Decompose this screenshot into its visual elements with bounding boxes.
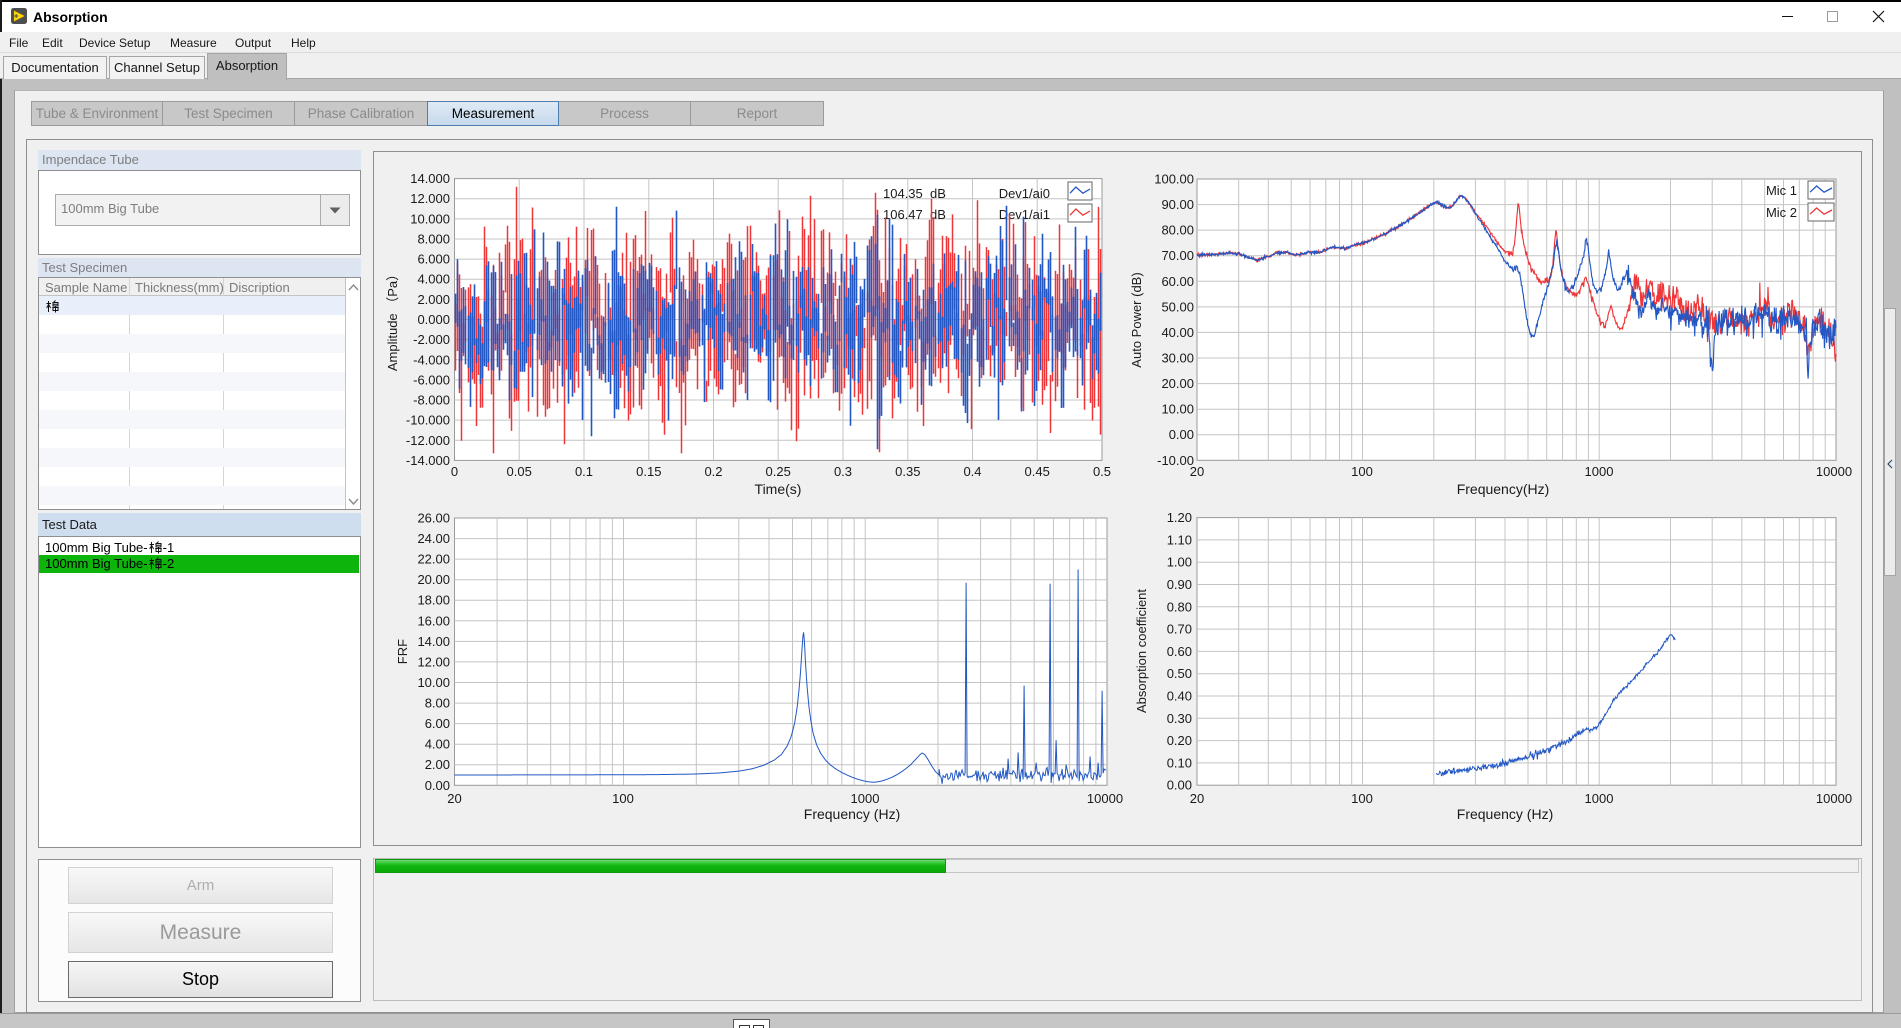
svg-text:20.00: 20.00 bbox=[417, 572, 450, 587]
svg-text:2.000: 2.000 bbox=[417, 292, 450, 307]
svg-text:1000: 1000 bbox=[1585, 464, 1614, 479]
svg-text:18.00: 18.00 bbox=[417, 593, 450, 608]
svg-text:Mic 2: Mic 2 bbox=[1766, 205, 1797, 220]
svg-text:0.00: 0.00 bbox=[1167, 778, 1192, 793]
svg-text:10000: 10000 bbox=[1816, 464, 1852, 479]
svg-text:20.00: 20.00 bbox=[1161, 376, 1194, 391]
svg-text:-10.000: -10.000 bbox=[406, 413, 450, 428]
svg-text:0.15: 0.15 bbox=[636, 464, 661, 479]
svg-text:0.4: 0.4 bbox=[963, 464, 981, 479]
svg-text:-8.000: -8.000 bbox=[413, 393, 450, 408]
svg-text:22.00: 22.00 bbox=[417, 552, 450, 567]
svg-text:-4.000: -4.000 bbox=[413, 352, 450, 367]
svg-text:Absorption coefficient: Absorption coefficient bbox=[1134, 589, 1149, 713]
svg-text:20: 20 bbox=[1190, 464, 1204, 479]
svg-text:20: 20 bbox=[1190, 791, 1204, 806]
svg-text:104.35 dB: 104.35 dB bbox=[883, 186, 946, 201]
svg-text:10000: 10000 bbox=[1816, 791, 1852, 806]
svg-text:0.3: 0.3 bbox=[834, 464, 852, 479]
svg-text:2.00: 2.00 bbox=[425, 757, 450, 772]
svg-text:0.000: 0.000 bbox=[417, 312, 450, 327]
svg-text:0.60: 0.60 bbox=[1167, 644, 1192, 659]
svg-text:0.00: 0.00 bbox=[1169, 427, 1194, 442]
svg-text:10.000: 10.000 bbox=[410, 211, 450, 226]
svg-text:0: 0 bbox=[451, 464, 458, 479]
svg-text:Dev1/ai0: Dev1/ai0 bbox=[999, 186, 1050, 201]
svg-text:0.20: 0.20 bbox=[1167, 733, 1192, 748]
svg-text:0.70: 0.70 bbox=[1167, 622, 1192, 637]
svg-text:1000: 1000 bbox=[1585, 791, 1614, 806]
svg-text:4.000: 4.000 bbox=[417, 272, 450, 287]
svg-text:24.00: 24.00 bbox=[417, 531, 450, 546]
svg-text:40.00: 40.00 bbox=[1161, 325, 1194, 340]
svg-text:12.00: 12.00 bbox=[417, 654, 450, 669]
svg-text:FRF: FRF bbox=[395, 639, 410, 664]
svg-text:0.80: 0.80 bbox=[1167, 599, 1192, 614]
svg-text:-10.00: -10.00 bbox=[1157, 453, 1194, 468]
svg-text:30.00: 30.00 bbox=[1161, 351, 1194, 366]
svg-text:0.45: 0.45 bbox=[1025, 464, 1050, 479]
svg-text:Frequency (Hz): Frequency (Hz) bbox=[1457, 806, 1553, 822]
svg-text:80.00: 80.00 bbox=[1161, 223, 1194, 238]
svg-text:50.00: 50.00 bbox=[1161, 299, 1194, 314]
svg-text:8.00: 8.00 bbox=[425, 696, 450, 711]
svg-text:0.2: 0.2 bbox=[704, 464, 722, 479]
svg-text:20: 20 bbox=[447, 791, 461, 806]
svg-text:-14.000: -14.000 bbox=[406, 453, 450, 468]
svg-text:1000: 1000 bbox=[851, 791, 880, 806]
svg-text:10000: 10000 bbox=[1087, 791, 1123, 806]
svg-text:6.00: 6.00 bbox=[425, 716, 450, 731]
svg-text:-12.000: -12.000 bbox=[406, 433, 450, 448]
svg-text:14.00: 14.00 bbox=[417, 634, 450, 649]
svg-text:106.47 dB: 106.47 dB bbox=[883, 207, 946, 222]
svg-text:Auto Power (dB): Auto Power (dB) bbox=[1129, 272, 1144, 367]
svg-text:100: 100 bbox=[612, 791, 634, 806]
svg-text:60.00: 60.00 bbox=[1161, 274, 1194, 289]
svg-text:14.000: 14.000 bbox=[410, 171, 450, 186]
svg-text:Mic 1: Mic 1 bbox=[1766, 183, 1797, 198]
svg-text:16.00: 16.00 bbox=[417, 613, 450, 628]
svg-text:70.00: 70.00 bbox=[1161, 248, 1194, 263]
svg-text:1.10: 1.10 bbox=[1167, 532, 1192, 547]
svg-text:-2.000: -2.000 bbox=[413, 332, 450, 347]
svg-text:Time(s): Time(s) bbox=[755, 481, 802, 497]
svg-text:Frequency (Hz): Frequency (Hz) bbox=[804, 806, 900, 822]
svg-text:1.20: 1.20 bbox=[1167, 510, 1192, 525]
svg-text:6.000: 6.000 bbox=[417, 252, 450, 267]
svg-text:1.00: 1.00 bbox=[1167, 555, 1192, 570]
svg-text:0.50: 0.50 bbox=[1167, 666, 1192, 681]
svg-text:100: 100 bbox=[1351, 791, 1373, 806]
svg-text:Frequency(Hz): Frequency(Hz) bbox=[1457, 481, 1550, 497]
svg-text:100.00: 100.00 bbox=[1154, 172, 1194, 187]
svg-text:10.00: 10.00 bbox=[1161, 402, 1194, 417]
svg-text:10.00: 10.00 bbox=[417, 675, 450, 690]
svg-text:100: 100 bbox=[1351, 464, 1373, 479]
svg-text:90.00: 90.00 bbox=[1161, 197, 1194, 212]
svg-text:-6.000: -6.000 bbox=[413, 372, 450, 387]
svg-text:12.000: 12.000 bbox=[410, 191, 450, 206]
svg-text:0.1: 0.1 bbox=[575, 464, 593, 479]
svg-text:0.90: 0.90 bbox=[1167, 577, 1192, 592]
svg-text:0.35: 0.35 bbox=[895, 464, 920, 479]
svg-text:0.40: 0.40 bbox=[1167, 689, 1192, 704]
svg-text:0.10: 0.10 bbox=[1167, 755, 1192, 770]
svg-text:Amplitude （Pa）: Amplitude （Pa） bbox=[385, 268, 400, 371]
svg-text:0.00: 0.00 bbox=[425, 778, 450, 793]
svg-text:4.00: 4.00 bbox=[425, 737, 450, 752]
svg-text:0.5: 0.5 bbox=[1093, 464, 1111, 479]
svg-text:0.05: 0.05 bbox=[507, 464, 532, 479]
svg-text:0.30: 0.30 bbox=[1167, 711, 1192, 726]
svg-text:8.000: 8.000 bbox=[417, 232, 450, 247]
svg-text:26.00: 26.00 bbox=[417, 511, 450, 526]
svg-text:0.25: 0.25 bbox=[766, 464, 791, 479]
